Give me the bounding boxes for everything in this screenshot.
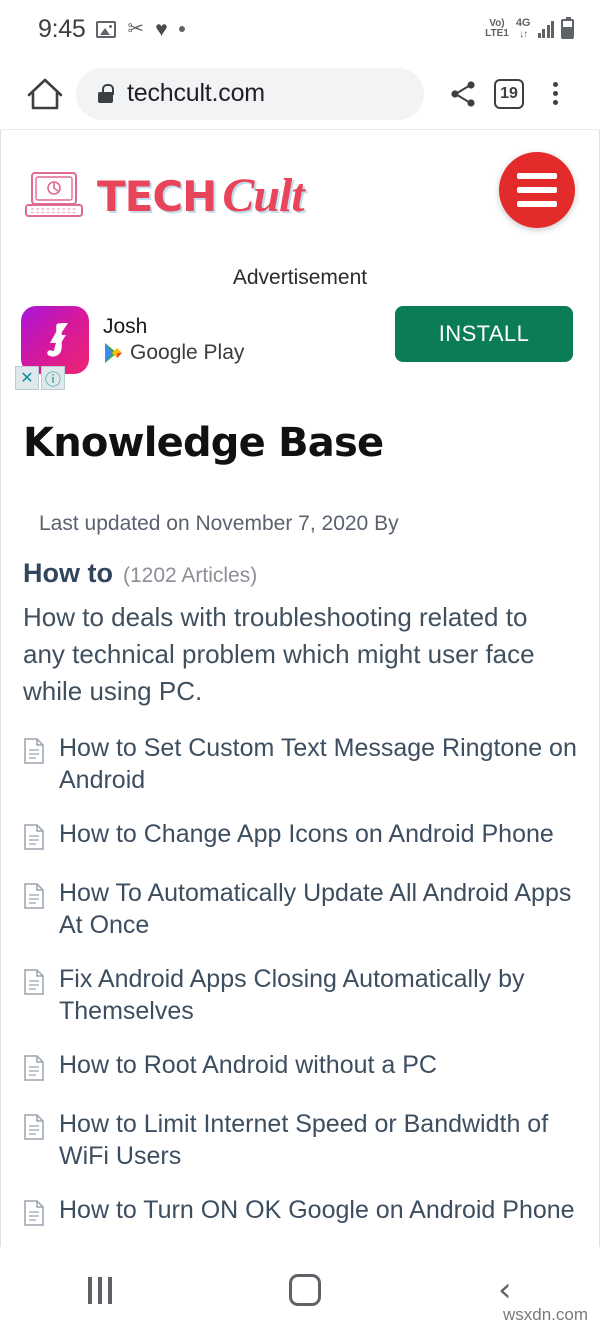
site-logo[interactable]: TECH Cult (23, 168, 305, 223)
back-icon[interactable]: ‹ (498, 1273, 512, 1307)
document-icon (23, 883, 45, 914)
android-nav-bar: ‹ wsxdn.com (0, 1247, 600, 1333)
image-icon (96, 20, 117, 38)
article-link[interactable]: How To Automatically Update All Android … (59, 877, 581, 941)
overflow-menu-icon[interactable] (532, 82, 578, 105)
close-icon[interactable]: ✕ (15, 366, 39, 390)
site-header: TECH Cult (1, 130, 599, 260)
install-button[interactable]: INSTALL (395, 306, 573, 362)
category-article-count: (1202 Articles) (122, 564, 258, 587)
list-item[interactable]: How to Set Custom Text Message Ringtone … (23, 732, 581, 796)
webpage-viewport[interactable]: TECH Cult Advertisement Josh Google Play… (0, 130, 600, 1247)
document-icon (23, 824, 45, 855)
document-icon (23, 1114, 45, 1145)
page-title: Knowledge Base (23, 420, 384, 466)
url-bar[interactable]: techcult.com (76, 67, 424, 120)
hamburger-menu-icon[interactable] (499, 152, 575, 228)
watermark: wsxdn.com (502, 1305, 588, 1324)
article-link[interactable]: How to Root Android without a PC (59, 1049, 437, 1081)
last-updated-meta: Last updated on November 7, 2020 By (39, 512, 399, 535)
advertisement-banner[interactable]: Josh Google Play INSTALL ✕ ⓘ (1, 300, 599, 390)
ad-badges: ✕ ⓘ (15, 366, 65, 390)
document-icon (23, 969, 45, 1000)
heart-icon: ♥ (155, 17, 168, 41)
category-line: How to (1202 Articles) (1, 536, 599, 589)
network-type-icon: 4G ↓↑ (515, 17, 531, 41)
laptop-icon (23, 169, 85, 221)
ad-store-name: Google Play (130, 341, 245, 364)
volte-indicator: Vo) LTE1 (485, 18, 509, 39)
status-time: 9:45 (38, 14, 86, 43)
list-item[interactable]: How to Limit Internet Speed or Bandwidth… (23, 1108, 581, 1172)
lock-icon (98, 84, 114, 103)
home-icon[interactable] (20, 77, 70, 111)
ad-store: Google Play (103, 341, 244, 365)
list-item[interactable]: How to Turn ON OK Google on Android Phon… (23, 1194, 581, 1231)
scissors-icon: ✂ (127, 18, 145, 40)
document-icon (23, 1200, 45, 1231)
brand-cult: Cult (222, 168, 304, 222)
article-link[interactable]: How to Turn ON OK Google on Android Phon… (59, 1194, 575, 1226)
ad-text-block: Josh Google Play (103, 315, 244, 365)
phone-screen: 9:45 ✂ ♥ Vo) LTE1 4G ↓↑ techcult.com 19 … (0, 0, 600, 1333)
status-bar-left: 9:45 ✂ ♥ (38, 15, 185, 44)
category-name[interactable]: How to (23, 558, 113, 589)
home-square-icon[interactable] (289, 1274, 322, 1306)
article-link[interactable]: Fix Android Apps Closing Automatically b… (59, 963, 581, 1027)
brand-wordmark: TECH Cult (97, 168, 305, 223)
info-icon[interactable]: ⓘ (41, 366, 65, 390)
list-item[interactable]: Fix Android Apps Closing Automatically b… (23, 963, 581, 1027)
article-list: How to Set Custom Text Message Ringtone … (1, 710, 599, 1231)
article-link[interactable]: How to Set Custom Text Message Ringtone … (59, 732, 581, 796)
browser-toolbar: techcult.com 19 (0, 58, 600, 130)
status-bar-right: Vo) LTE1 4G ↓↑ (485, 17, 574, 41)
tab-counter-button[interactable]: 19 (486, 78, 532, 109)
list-item[interactable]: How to Root Android without a PC (23, 1049, 581, 1086)
battery-icon (561, 17, 574, 39)
google-play-icon (105, 343, 122, 363)
dot-icon (178, 26, 185, 32)
list-item[interactable]: How To Automatically Update All Android … (23, 877, 581, 941)
article-link[interactable]: How to Limit Internet Speed or Bandwidth… (59, 1108, 581, 1172)
document-icon (23, 738, 45, 769)
josh-app-icon[interactable] (21, 306, 89, 374)
article-link[interactable]: How to Change App Icons on Android Phone (59, 818, 554, 850)
status-bar: 9:45 ✂ ♥ Vo) LTE1 4G ↓↑ (0, 0, 600, 58)
brand-tech: TECH (97, 171, 217, 221)
list-item[interactable]: How to Change App Icons on Android Phone (23, 818, 581, 855)
document-icon (23, 1055, 45, 1086)
signal-bars-icon (537, 20, 554, 38)
advertisement-label: Advertisement (232, 266, 368, 289)
tab-count-label: 19 (494, 78, 524, 109)
category-description: How to deals with troubleshooting relate… (23, 602, 535, 706)
url-text: techcult.com (127, 79, 265, 107)
recents-icon[interactable] (88, 1276, 113, 1304)
share-icon[interactable] (440, 79, 486, 109)
ad-app-name: Josh (103, 315, 148, 338)
